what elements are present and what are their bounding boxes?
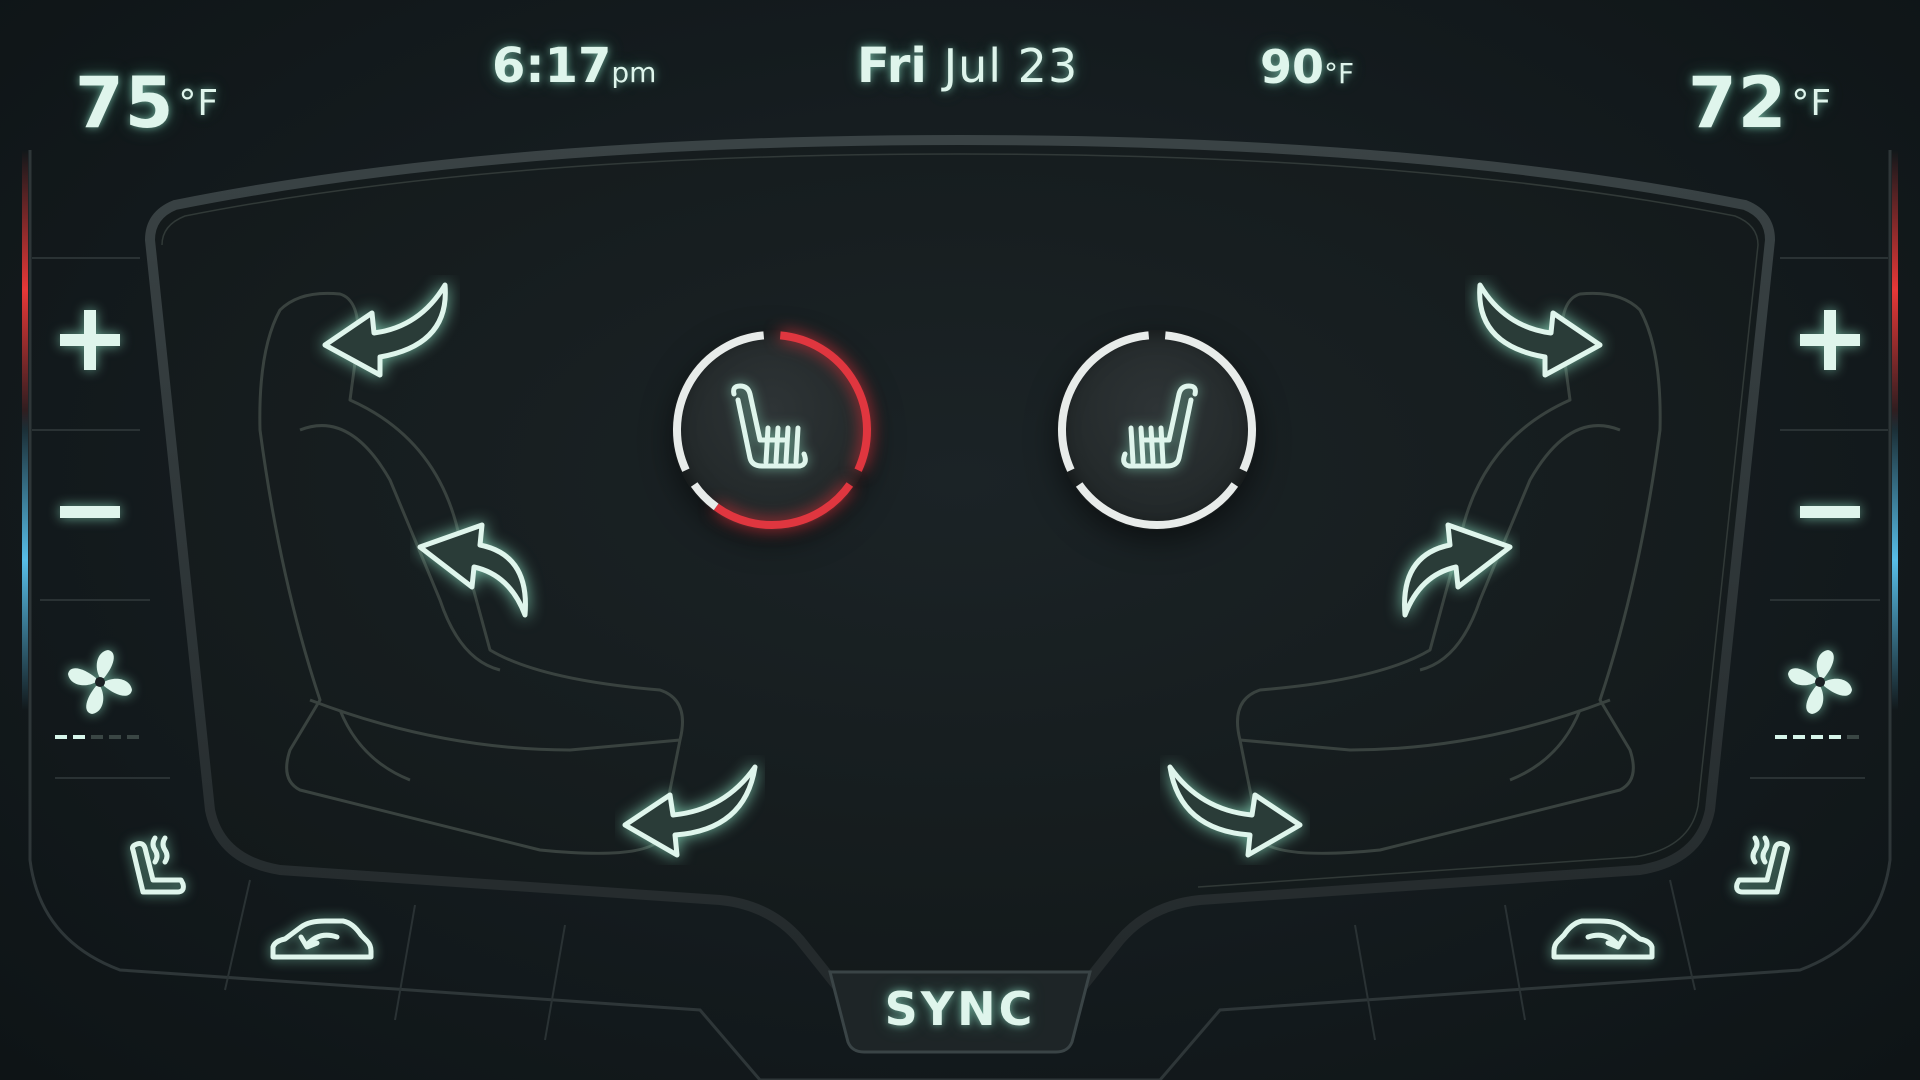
seat-heat-icon	[1121, 383, 1198, 469]
seat-heat-icon	[1734, 835, 1790, 895]
passenger-temperature-unit: °F	[1791, 83, 1833, 124]
fan-speed-segment	[109, 735, 121, 739]
fan-speed-segment	[73, 735, 85, 739]
clock-time: 6:17	[492, 38, 612, 94]
curved-arrow-icon	[322, 282, 448, 378]
passenger-temp-down-button[interactable]	[1780, 462, 1880, 562]
outside-temperature-value: 90	[1260, 40, 1325, 94]
passenger-headrest-arrow[interactable]	[1465, 275, 1615, 405]
fan-speed-segment	[1829, 735, 1841, 739]
date-day: Fri	[857, 38, 927, 94]
passenger-seat-heater-button[interactable]	[1057, 330, 1257, 530]
passenger-temp-up-button[interactable]	[1780, 290, 1880, 390]
driver-seat-heater-button[interactable]	[672, 330, 872, 530]
curved-arrow-icon	[1402, 522, 1513, 618]
passenger-temperature: 72 °F	[1688, 62, 1832, 144]
driver-temperature: 75 °F	[75, 62, 219, 144]
recirculation-icon	[270, 918, 374, 960]
date-display: Fri Jul 23	[857, 38, 1078, 94]
fan-speed-segment	[55, 735, 67, 739]
passenger-recirculation-button[interactable]	[1540, 900, 1670, 990]
outside-temperature: 90°F	[1260, 40, 1354, 94]
driver-temperature-value: 75	[75, 62, 175, 144]
passenger-seat-heat-button[interactable]	[1710, 820, 1820, 920]
driver-recirculation-button[interactable]	[255, 900, 385, 990]
curved-arrow-icon	[1477, 282, 1603, 378]
fan-speed-segment	[1811, 735, 1823, 739]
curved-arrow-icon	[1167, 764, 1303, 858]
sync-button[interactable]: SYNC	[830, 970, 1090, 1048]
driver-cushion-arrow[interactable]	[615, 755, 765, 865]
clock-suffix: pm	[611, 56, 657, 89]
driver-temp-down-button[interactable]	[40, 462, 140, 562]
passenger-cushion-arrow[interactable]	[1160, 755, 1310, 865]
driver-temp-up-button[interactable]	[40, 290, 140, 390]
clock: 6:17pm	[492, 38, 656, 94]
fan-speed-indicator	[1775, 735, 1859, 739]
minus-icon	[60, 506, 120, 518]
passenger-backrest-arrow[interactable]	[1380, 505, 1520, 635]
fan-speed-segment	[91, 735, 103, 739]
fan-icon	[68, 650, 132, 714]
fan-speed-segment	[1847, 735, 1859, 739]
driver-fan-button[interactable]	[45, 625, 155, 765]
driver-seat-heat-button[interactable]	[100, 820, 210, 920]
fan-speed-indicator	[55, 735, 139, 739]
curved-arrow-icon	[622, 764, 758, 858]
fan-icon	[1788, 650, 1852, 714]
driver-headrest-arrow[interactable]	[310, 275, 460, 405]
plus-icon	[1800, 310, 1860, 370]
plus-icon	[60, 310, 120, 370]
seat-heat-icon	[130, 835, 186, 895]
passenger-temperature-value: 72	[1688, 62, 1788, 144]
fan-speed-segment	[127, 735, 139, 739]
recirculation-icon	[1551, 918, 1655, 960]
minus-icon	[1800, 506, 1860, 518]
passenger-fan-button[interactable]	[1765, 625, 1875, 765]
seat-heat-icon	[731, 383, 808, 469]
fan-speed-segment	[1775, 735, 1787, 739]
driver-backrest-arrow[interactable]	[410, 505, 550, 635]
curved-arrow-icon	[417, 522, 528, 618]
driver-temperature-unit: °F	[178, 83, 220, 124]
fan-speed-segment	[1793, 735, 1805, 739]
date-value: Jul 23	[943, 39, 1079, 93]
outside-temperature-unit: °F	[1324, 57, 1355, 90]
